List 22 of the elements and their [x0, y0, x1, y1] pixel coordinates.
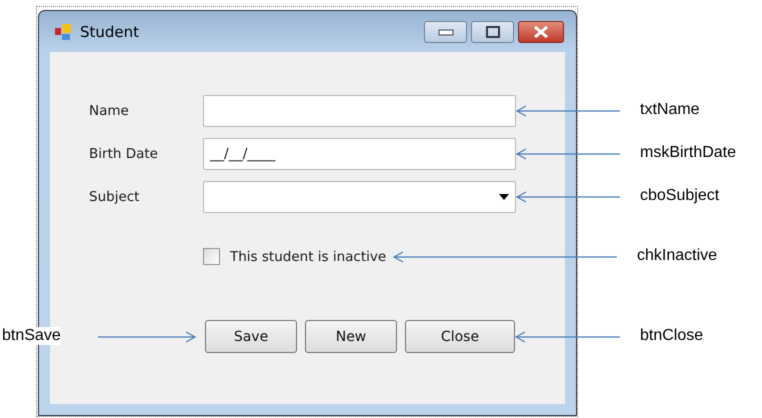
checkbox-label: This student is inactive — [230, 248, 386, 264]
field-label: Subject — [89, 189, 140, 205]
maximize-icon — [486, 26, 500, 38]
close-icon — [533, 26, 549, 38]
minimize-button[interactable] — [424, 20, 467, 42]
annotation-label: cboSubject — [640, 187, 720, 205]
form-button[interactable]: New — [305, 320, 397, 353]
field-label: Birth Date — [89, 146, 159, 162]
window-title: Student — [80, 22, 140, 40]
dropdown-arrow-icon — [499, 194, 509, 200]
date-field[interactable]: __/__/____ — [203, 138, 516, 170]
dropdown-field[interactable] — [203, 181, 516, 213]
maximize-button[interactable] — [471, 20, 514, 42]
annotation-label: btnSave — [2, 327, 61, 345]
form-button[interactable]: Save — [205, 320, 297, 353]
minimize-icon — [438, 28, 454, 36]
app-icon — [54, 22, 72, 40]
text-field[interactable] — [203, 95, 516, 127]
field-label: Name — [89, 103, 130, 119]
checkbox[interactable] — [203, 248, 220, 265]
close-button[interactable] — [518, 20, 564, 42]
form-button[interactable]: Close — [405, 320, 515, 353]
